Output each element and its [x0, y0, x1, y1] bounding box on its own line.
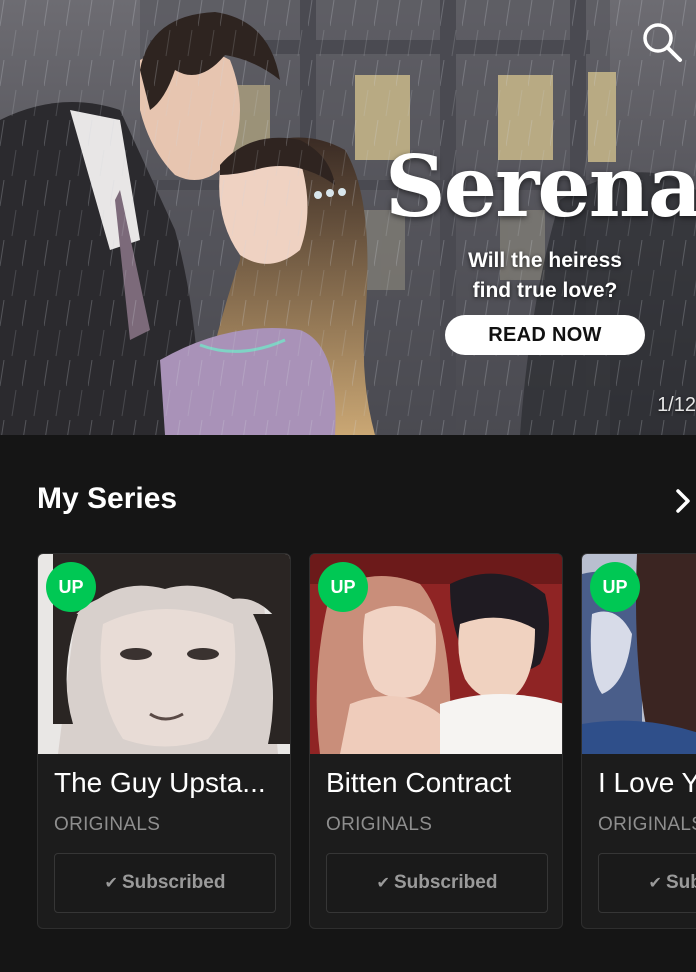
- series-thumbnail: UP: [582, 554, 696, 754]
- my-series-more-button[interactable]: [672, 486, 694, 516]
- subscribed-label: Subscribed: [393, 872, 498, 893]
- hero-tagline: Will the heiress find true love?: [430, 246, 660, 306]
- hero-banner[interactable]: Serena Will the heiress find true love? …: [0, 0, 696, 435]
- check-icon: ✔: [648, 875, 662, 892]
- series-thumbnail: UP: [310, 554, 562, 754]
- series-genre: ORIGINALS: [598, 814, 696, 835]
- subscribed-button[interactable]: ✔ Subscribed: [326, 853, 548, 913]
- subscribed-label: Subscribed: [121, 872, 226, 893]
- webtoon-home-screen: Serena Will the heiress find true love? …: [0, 0, 696, 972]
- series-title: The Guy Upsta...: [54, 767, 266, 798]
- series-card[interactable]: UP I Love Y ORIGINALS ✔ Subscribed: [581, 553, 696, 929]
- hero-title: Serena: [385, 137, 696, 236]
- up-badge: UP: [318, 562, 368, 612]
- my-series-heading: My Series: [37, 482, 178, 515]
- series-title: I Love Y: [598, 767, 696, 798]
- series-thumbnail: UP: [38, 554, 290, 754]
- hero-tagline-line2: find true love?: [472, 279, 618, 302]
- up-badge: UP: [46, 562, 96, 612]
- series-genre: ORIGINALS: [326, 814, 433, 835]
- my-series-carousel[interactable]: UP The Guy Upsta... ORIGINALS ✔ Subscrib…: [37, 553, 696, 929]
- check-icon: ✔: [376, 875, 390, 892]
- subscribed-button[interactable]: ✔ Subscribed: [54, 853, 276, 913]
- up-badge: UP: [590, 562, 640, 612]
- read-now-button[interactable]: READ NOW: [445, 315, 645, 355]
- series-card[interactable]: UP Bitten Contract ORIGINALS ✔ Subscribe…: [309, 553, 563, 929]
- series-title: Bitten Contract: [326, 767, 512, 798]
- banner-pager: 1/12: [657, 394, 696, 416]
- check-icon: ✔: [104, 875, 118, 892]
- search-icon: [643, 23, 682, 62]
- search-button[interactable]: [638, 18, 686, 66]
- hero-tagline-line1: Will the heiress: [468, 249, 622, 272]
- series-card[interactable]: UP The Guy Upsta... ORIGINALS ✔ Subscrib…: [37, 553, 291, 929]
- subscribed-button[interactable]: ✔ Subscribed: [598, 853, 696, 913]
- subscribed-label: Subscribed: [665, 872, 696, 893]
- series-genre: ORIGINALS: [54, 814, 161, 835]
- chevron-right-icon: [676, 489, 690, 513]
